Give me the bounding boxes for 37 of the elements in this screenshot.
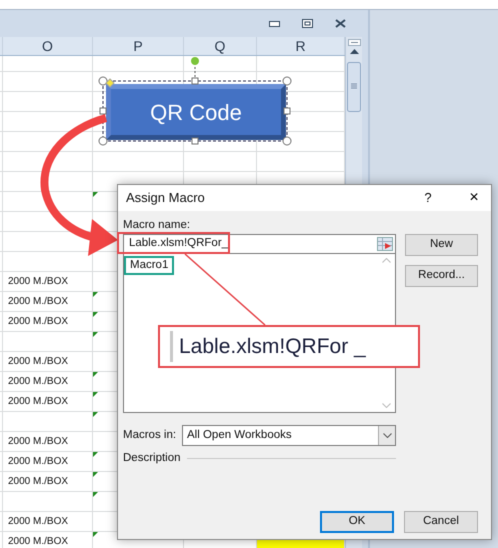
up-arrow-icon[interactable] [350,49,358,54]
table-cell: 2000 M./BOX [3,372,93,391]
callout-text: Lable.xlsm!QRFor _ [170,330,366,362]
selection-handles-drawing[interactable] [98,57,292,146]
field-label: Macro name: [123,218,192,233]
dialog-button[interactable]: OK [320,511,394,533]
minimize-icon[interactable] [269,20,280,26]
dialog-title: Assign Macro [126,189,206,208]
column-header[interactable]: O [3,37,93,55]
table-cell: 2000 M./BOX [3,472,93,491]
close-button[interactable]: × [457,186,491,210]
dialog-button[interactable]: Cancel [404,511,478,533]
dialog-button[interactable]: New [405,234,478,256]
table-cell: 2000 M./BOX [3,292,93,311]
table-cell: 2000 M./BOX [3,352,93,371]
column-header[interactable]: P [93,37,184,55]
table-cell: 2000 M./BOX [3,532,93,548]
macro-name-field[interactable]: Lable.xlsm!QRFor_ [123,234,396,254]
range-picker-icon[interactable] [377,237,393,251]
table-cell: 2000 M./BOX [3,432,93,451]
macros-in-dropdown[interactable]: All Open Workbooks [182,425,396,446]
table-cell: 2000 M./BOX [3,452,93,471]
dialog-button[interactable]: Record... [405,265,478,287]
column-header[interactable]: Q [184,37,257,55]
help-button[interactable]: ? [413,188,443,208]
restore-icon[interactable] [302,19,313,28]
section-label: Description [123,451,181,466]
scroll-thumb[interactable] [347,62,361,112]
table-cell: 2000 M./BOX [3,392,93,411]
table-cell: 2000 M./BOX [3,512,93,531]
list-item[interactable]: Macro1 [124,256,174,275]
field-label: Macros in: [123,428,178,443]
table-cell: 2000 M./BOX [3,272,93,291]
close-icon[interactable] [335,19,346,28]
split-handle-icon[interactable] [348,39,360,46]
shape-button[interactable]: QR Code [106,84,286,140]
table-cell: 2000 M./BOX [3,312,93,331]
